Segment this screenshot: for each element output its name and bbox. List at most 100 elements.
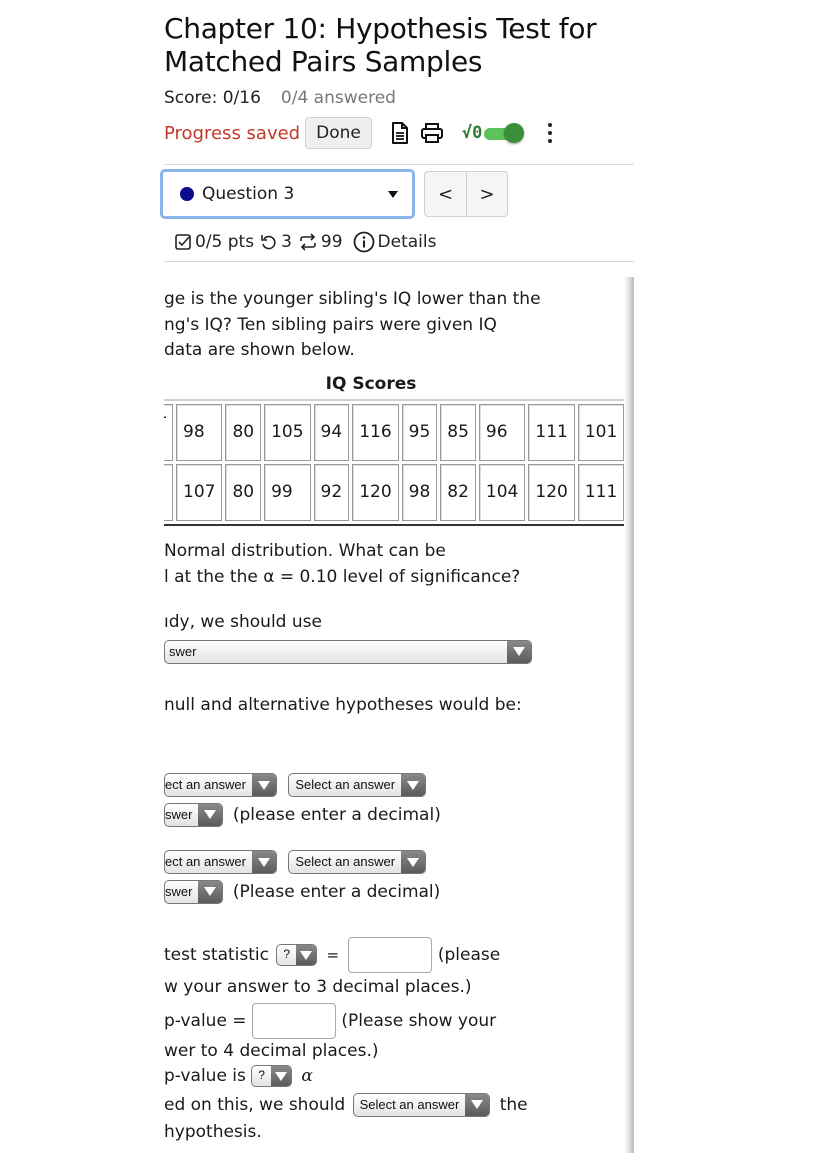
chevron-down-icon	[251, 774, 276, 796]
undo-icon	[261, 235, 276, 250]
h1-hint: (Please enter a decimal)	[232, 881, 441, 902]
test-stat-label: test statistic	[164, 945, 269, 965]
test-stat-hint: (please	[437, 945, 501, 965]
page-title: Chapter 10: Hypothesis Test for Matched …	[164, 12, 634, 78]
question-intro: ge is the younger sibling's IQ lower tha…	[164, 287, 578, 397]
chevron-down-icon	[507, 640, 531, 663]
table-cell: 82	[440, 464, 476, 521]
chevron-down-icon	[465, 1093, 490, 1116]
question-body[interactable]: ge is the younger sibling's IQ lower tha…	[164, 277, 632, 1153]
equals-sign: =	[326, 946, 340, 964]
intro-line: data are shown below.	[164, 340, 355, 360]
info-icon	[353, 231, 374, 253]
decision-select[interactable]: Select an answer	[352, 1092, 491, 1117]
table-row: r 98 80 105 94 116 95 85 96 111 101	[164, 404, 625, 461]
iq-scores-table: r 98 80 105 94 116 95 85 96 111 101 107 …	[164, 399, 630, 526]
h1-row: ect an answer Select an answer swer (Ple…	[164, 850, 632, 905]
table-cell: 85	[440, 404, 476, 461]
select-value: ?	[258, 1068, 265, 1083]
checkbox-icon	[175, 234, 191, 250]
h0-hint: (please enter a decimal)	[232, 804, 441, 825]
h0-value-select[interactable]: swer	[164, 802, 224, 827]
decision-label: ed on this, we should	[164, 1094, 346, 1115]
table-cell: 111	[577, 464, 625, 521]
table-cell: 98	[176, 404, 223, 461]
question-nav: Question 3 < >	[160, 169, 634, 219]
progress-status: Progress saved	[164, 122, 301, 144]
table-cell: 96	[478, 404, 526, 461]
h0-operator-select[interactable]: Select an answer	[288, 773, 427, 797]
select-value: swer	[165, 883, 193, 899]
study-part: ıdy, we should use swer	[164, 610, 632, 664]
h1-value-select[interactable]: swer	[164, 879, 224, 904]
table-cell: 111	[528, 404, 575, 461]
table-cell: 104	[478, 464, 526, 521]
test-stat-input[interactable]	[348, 937, 433, 973]
select-value: Select an answer	[359, 1096, 460, 1112]
table-cell: 105	[264, 404, 311, 461]
p-value-input[interactable]	[251, 1002, 336, 1039]
table-cell: 116	[352, 404, 399, 461]
h1-operator-select[interactable]: Select an answer	[288, 850, 427, 874]
p-compare-select[interactable]: ?	[251, 1065, 292, 1087]
points-text: 0/5 pts	[195, 232, 255, 252]
p-value-hint: (Please show your	[341, 1010, 497, 1031]
details-text: Details	[377, 232, 437, 252]
chevron-down-icon	[401, 774, 426, 796]
question-pager: < >	[424, 171, 508, 217]
document-icon[interactable]	[386, 118, 414, 148]
question-select[interactable]: Question 3	[160, 169, 415, 219]
more-icon[interactable]	[548, 123, 553, 143]
decision-text: hypothesis.	[164, 1122, 262, 1142]
test-stat-type-select[interactable]: ?	[276, 944, 318, 966]
answered-count: 0/4 answered	[280, 88, 396, 108]
table-cell: 92	[313, 464, 350, 521]
table-cell: 94	[313, 404, 350, 461]
select-value: ?	[283, 947, 291, 962]
p-value-label: p-value =	[164, 1010, 247, 1031]
select-value: ect an answer	[165, 854, 246, 870]
table-cell: 120	[528, 464, 575, 521]
assignment-header: Chapter 10: Hypothesis Test for Matched …	[160, 0, 634, 262]
select-value: Select an answer	[295, 777, 396, 793]
question-text: l at the the α = 0.10 level of significa…	[164, 566, 521, 587]
hypotheses-prompt: null and alternative hypotheses would be…	[164, 695, 522, 715]
score-row: Score: 0/16 0/4 answered	[164, 88, 634, 108]
chevron-down-icon	[198, 803, 223, 826]
divider	[164, 164, 634, 165]
points-item: 0/5 pts	[174, 232, 254, 252]
table-cell: 80	[225, 404, 262, 461]
h0-row: ect an answer Select an answer swer (ple…	[164, 773, 632, 828]
actions-row: Progress saved Done √0	[164, 116, 634, 150]
p-value-hint: wer to 4 decimal places.)	[164, 1040, 379, 1061]
chevron-down-icon	[388, 190, 398, 198]
toggle-knob	[504, 123, 525, 143]
details-link[interactable]: Details	[353, 231, 437, 253]
next-question-button[interactable]: >	[466, 172, 507, 216]
h1-param-select[interactable]: ect an answer	[164, 850, 277, 874]
done-button[interactable]: Done	[305, 117, 372, 149]
study-select[interactable]: swer	[164, 639, 532, 664]
title-line-1: Chapter 10: Hypothesis Test for	[164, 12, 597, 45]
vertical-scrollbar[interactable]	[624, 277, 634, 1153]
prev-question-button[interactable]: <	[425, 172, 466, 216]
question-select-label: Question 3	[202, 184, 295, 204]
h0-param-select[interactable]: ect an answer	[164, 773, 277, 797]
table-cell: 80	[225, 464, 262, 521]
intro-line: ng's IQ? Ten sibling pairs were given IQ	[164, 314, 497, 335]
table-cell: 101	[577, 404, 625, 461]
score-text: Score: 0/16	[164, 88, 261, 108]
print-icon[interactable]	[418, 118, 446, 148]
math-toggle-switch[interactable]	[484, 123, 525, 143]
table-cell: 95	[401, 404, 438, 461]
chevron-down-icon	[198, 880, 223, 903]
question-text: Normal distribution. What can be	[164, 541, 446, 561]
attempts-text: 99	[320, 232, 343, 252]
chevron-down-icon	[251, 851, 276, 873]
retries-text: 3	[281, 232, 292, 252]
decision-text: the	[499, 1094, 528, 1115]
row-header: r	[164, 404, 173, 461]
question-after-table: Normal distribution. What can be l at th…	[164, 539, 632, 590]
attempts-item: 99	[298, 232, 343, 252]
select-value: swer	[169, 643, 197, 659]
